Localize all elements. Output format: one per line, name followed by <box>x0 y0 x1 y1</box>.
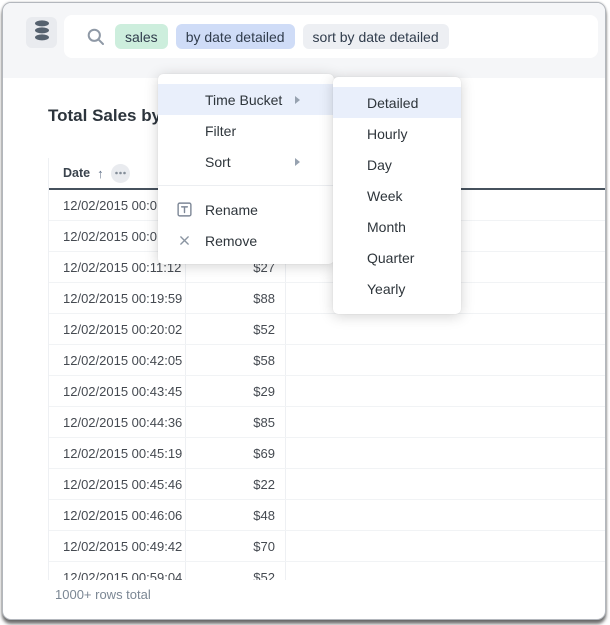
search-input[interactable]: sales by date detailed sort by date deta… <box>64 15 598 58</box>
table-row[interactable]: 12/02/2015 00:45:46 $22 <box>49 469 605 500</box>
rename-icon <box>177 202 192 217</box>
submenu-item[interactable]: Yearly <box>333 273 461 304</box>
time-bucket-submenu: Detailed Hourly Day Week Month Quarter Y… <box>333 77 461 314</box>
cell-amount: $29 <box>186 376 286 406</box>
cell-empty <box>286 345 605 375</box>
submenu-item[interactable]: Quarter <box>333 242 461 273</box>
menu-section-top: Time Bucket Filter Sort <box>158 84 334 177</box>
search-token-label: by date detailed <box>186 29 285 45</box>
cell-date: 12/02/2015 00:49:42 <box>49 531 186 561</box>
app-window: sales by date detailed sort by date deta… <box>2 2 606 620</box>
submenu-item[interactable]: Week <box>333 180 461 211</box>
menu-item-icon <box>176 154 192 170</box>
chevron-right-icon <box>295 158 300 166</box>
screenshot-stage: sales by date detailed sort by date deta… <box>0 0 610 625</box>
cell-date: 12/02/2015 00:45:46 <box>49 469 186 499</box>
cell-amount: $58 <box>186 345 286 375</box>
submenu-item-label: Week <box>367 188 403 204</box>
cell-date: 12/02/2015 00:20:02 <box>49 314 186 344</box>
cell-empty <box>286 438 605 468</box>
menu-item[interactable]: Filter <box>158 115 334 146</box>
table-row[interactable]: 12/02/2015 00:20:02 $52 <box>49 314 605 345</box>
submenu-item-label: Hourly <box>367 126 407 142</box>
menu-item-label: Remove <box>205 233 257 249</box>
menu-divider <box>158 185 334 186</box>
table-row[interactable]: 12/02/2015 00:42:05 $58 <box>49 345 605 376</box>
menu-item-icon <box>176 92 192 108</box>
submenu-item-label: Quarter <box>367 250 414 266</box>
cell-amount: $52 <box>186 314 286 344</box>
cell-date: 12/02/2015 00:59:04 <box>49 562 186 580</box>
remove-icon <box>178 234 191 247</box>
cell-empty <box>286 469 605 499</box>
submenu-item[interactable]: Month <box>333 211 461 242</box>
database-icon <box>33 20 51 46</box>
table-row[interactable]: 12/02/2015 00:49:42 $70 <box>49 531 605 562</box>
menu-section-bottom: Rename Remove <box>158 194 334 256</box>
search-token[interactable]: sales <box>115 24 168 49</box>
table-row[interactable]: 12/02/2015 00:59:04 $52 <box>49 562 605 580</box>
search-tokens: sales by date detailed sort by date deta… <box>115 24 449 49</box>
cell-amount: $22 <box>186 469 286 499</box>
cell-amount: $52 <box>186 562 286 580</box>
ellipsis-icon <box>115 171 126 175</box>
cell-amount: $85 <box>186 407 286 437</box>
menu-item-icon <box>176 123 192 139</box>
search-icon <box>86 27 106 47</box>
cell-amount: $70 <box>186 531 286 561</box>
cell-empty <box>286 562 605 580</box>
menu-item-icon <box>176 202 192 218</box>
cell-empty <box>286 407 605 437</box>
database-button[interactable] <box>26 17 57 48</box>
cell-date: 12/02/2015 00:45:19 <box>49 438 186 468</box>
search-token[interactable]: sort by date detailed <box>303 24 449 49</box>
submenu-item-label: Detailed <box>367 95 418 111</box>
menu-item-label: Filter <box>205 123 236 139</box>
menu-item-icon <box>176 233 192 249</box>
column-context-menu: Time Bucket Filter Sort <box>158 74 334 264</box>
submenu-item[interactable]: Detailed <box>333 87 461 118</box>
cell-empty <box>286 314 605 344</box>
cell-amount: $88 <box>186 283 286 313</box>
menu-item[interactable]: Remove <box>158 225 334 256</box>
table-row[interactable]: 12/02/2015 00:19:59 $88 <box>49 283 605 314</box>
menu-item[interactable]: Time Bucket <box>158 84 334 115</box>
search-token-label: sort by date detailed <box>313 29 439 45</box>
cell-empty <box>286 500 605 530</box>
menu-item-label: Time Bucket <box>205 92 282 108</box>
submenu-item-label: Month <box>367 219 406 235</box>
search-token[interactable]: by date detailed <box>176 24 295 49</box>
search-token-label: sales <box>125 29 158 45</box>
sort-ascending-icon: ↑ <box>97 167 104 180</box>
menu-item-label: Rename <box>205 202 258 218</box>
cell-amount: $48 <box>186 500 286 530</box>
table-row[interactable]: 12/02/2015 00:46:06 $48 <box>49 500 605 531</box>
top-bar: sales by date detailed sort by date deta… <box>3 3 605 78</box>
page-title: Total Sales by <box>48 106 161 126</box>
cell-date: 12/02/2015 00:46:06 <box>49 500 186 530</box>
cell-date: 12/02/2015 00:43:45 <box>49 376 186 406</box>
cell-empty <box>286 531 605 561</box>
table-row[interactable]: 12/02/2015 00:43:45 $29 <box>49 376 605 407</box>
submenu-item-label: Day <box>367 157 392 173</box>
table-row[interactable]: 12/02/2015 00:45:19 $69 <box>49 438 605 469</box>
row-count-label: 1000+ rows total <box>55 587 151 602</box>
submenu-item[interactable]: Hourly <box>333 118 461 149</box>
cell-amount: $69 <box>186 438 286 468</box>
submenu-item-label: Yearly <box>367 281 405 297</box>
menu-item[interactable]: Rename <box>158 194 334 225</box>
submenu-item[interactable]: Day <box>333 149 461 180</box>
cell-date: 12/02/2015 00:19:59 <box>49 283 186 313</box>
menu-item[interactable]: Sort <box>158 146 334 177</box>
chevron-right-icon <box>295 96 300 104</box>
cell-date: 12/02/2015 00:42:05 <box>49 345 186 375</box>
menu-item-label: Sort <box>205 154 231 170</box>
column-header-date-label: Date <box>63 166 90 180</box>
cell-date: 12/02/2015 00:44:36 <box>49 407 186 437</box>
cell-empty <box>286 376 605 406</box>
column-options-button[interactable] <box>111 164 130 183</box>
table-row[interactable]: 12/02/2015 00:44:36 $85 <box>49 407 605 438</box>
